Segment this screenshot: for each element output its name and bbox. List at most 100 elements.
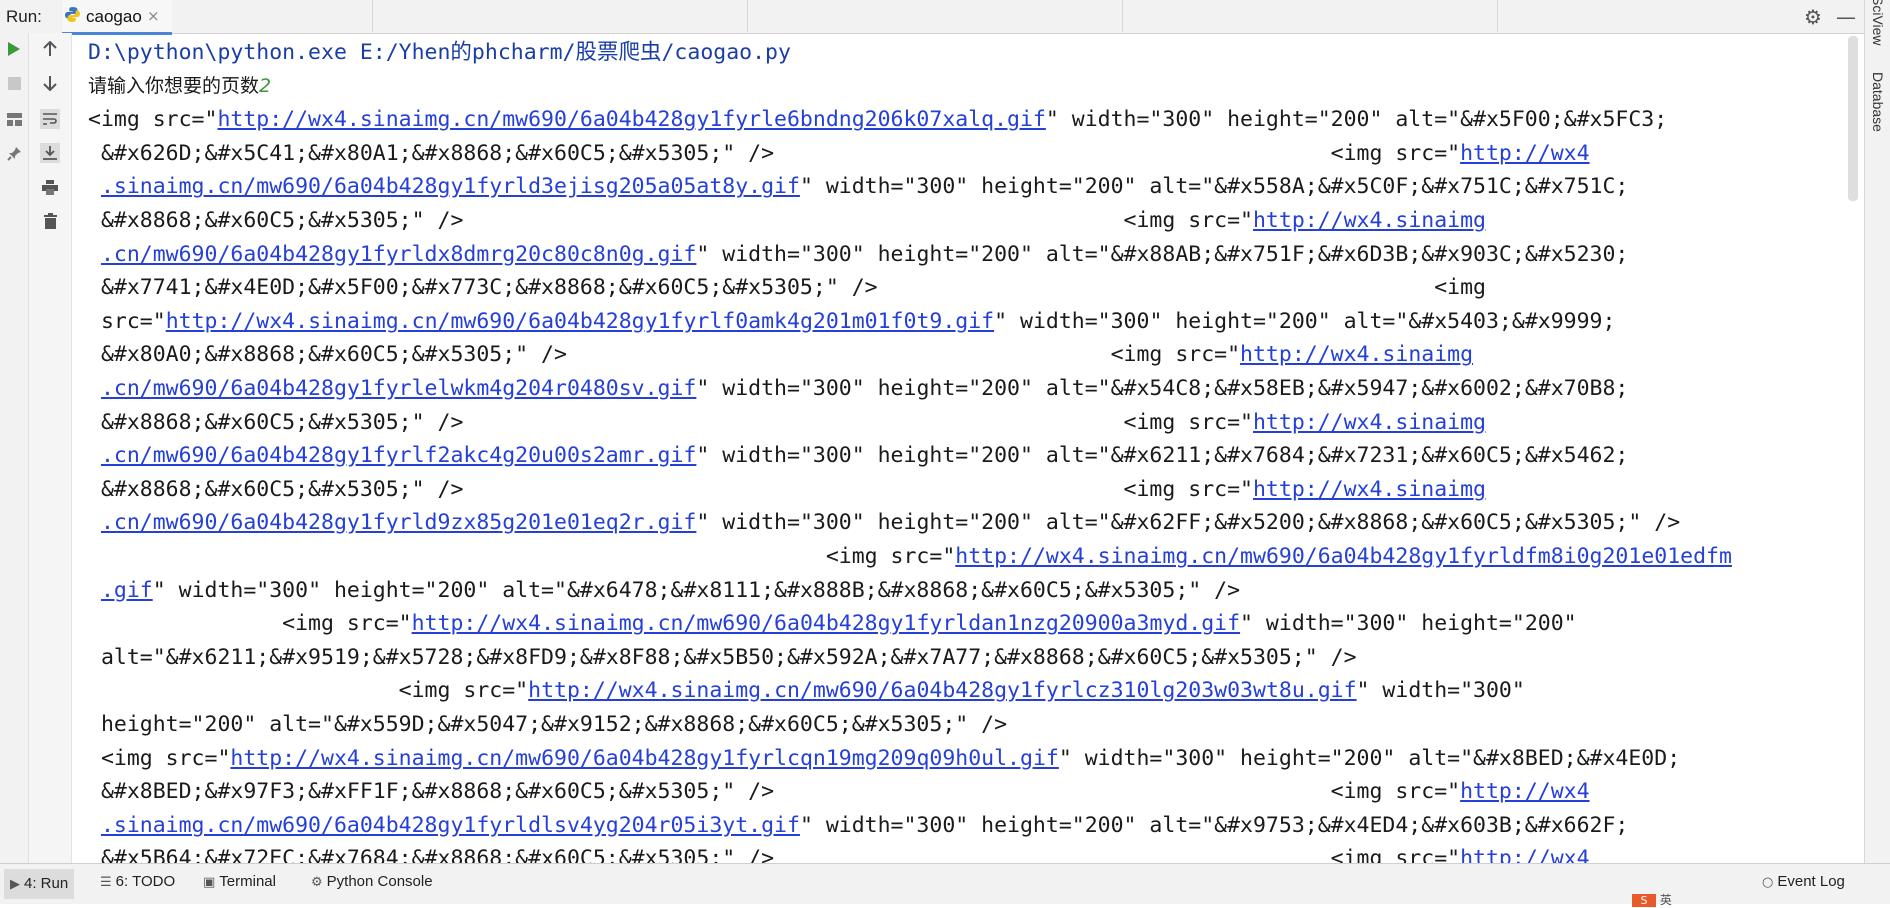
output-link[interactable]: http://wx4.sinaimg.cn/mw690/6a04b428gy1f… — [412, 611, 1240, 636]
output-link[interactable]: http://wx4.sinaimg — [1253, 208, 1486, 233]
tab-caogao[interactable]: caogao × — [62, 0, 172, 35]
soft-wrap-icon[interactable] — [40, 109, 60, 129]
terminal-tool-button[interactable]: ▣ Terminal — [203, 873, 276, 890]
run-icon[interactable] — [4, 39, 24, 59]
output-link[interactable]: .cn/mw690/6a04b428gy1fyrldx8dmrg20c80c8n… — [101, 242, 696, 267]
output-link[interactable]: .gif — [101, 578, 153, 603]
output-text: " width="300" height="200" alt="&#x6211;… — [696, 443, 1629, 469]
toolbar-divider — [1497, 0, 1498, 32]
run-label: Run: — [6, 7, 42, 26]
toolbar-divider — [372, 0, 373, 32]
search-icon: ○ — [1762, 875, 1774, 890]
minimize-icon[interactable]: — — [1836, 5, 1856, 29]
command-text: D:\python\python.exe E:/Yhen的phcharm/股票爬… — [88, 40, 791, 65]
sciview-tab[interactable]: SciView — [1870, 0, 1886, 46]
ime-language[interactable]: 英 — [1660, 893, 1672, 907]
output-line: .sinaimg.cn/mw690/6a04b428gy1fyrldlsv4yg… — [88, 809, 1628, 842]
vertical-scrollbar[interactable] — [1848, 36, 1858, 201]
pin-icon[interactable] — [4, 143, 24, 163]
output-link[interactable]: .cn/mw690/6a04b428gy1fyrld9zx85g201e01eq… — [101, 510, 696, 535]
output-line: .gif" width="300" height="200" alt="&#x6… — [88, 574, 1240, 607]
database-tab[interactable]: Database — [1870, 72, 1886, 132]
command-line: D:\python\python.exe E:/Yhen的phcharm/股票爬… — [88, 36, 791, 69]
console-actions-strip — [29, 33, 72, 863]
output-link[interactable]: http://wx4.sinaimg.cn/mw690/6a04b428gy1f… — [528, 678, 1356, 703]
output-link[interactable]: http://wx4.sinaimg.cn/mw690/6a04b428gy1f… — [955, 544, 1732, 569]
output-line: &#x8BED;&#x97F3;&#xFF1F;&#x8868;&#x60C5;… — [88, 775, 1590, 808]
bottom-tool-bar: ▶ 4: Run ☰ 6: TODO ▣ Terminal ⚙ Python Conso… — [0, 863, 1890, 907]
output-line: &#x8868;&#x60C5;&#x5305;" /> <img src="h… — [88, 204, 1486, 237]
output-line: .cn/mw690/6a04b428gy1fyrlf2akc4g20u00s2a… — [88, 439, 1628, 472]
output-text: height="200" alt="&#x559D;&#x5047;&#x915… — [100, 712, 1008, 737]
output-text: " width="300" height="200" alt="&#x62FF;… — [696, 510, 1681, 536]
close-icon[interactable]: × — [147, 7, 160, 25]
output-line: .cn/mw690/6a04b428gy1fyrld9zx85g201e01eq… — [88, 506, 1680, 539]
output-text: &#x8868;&#x60C5;&#x5305;" /> <img src=" — [100, 476, 1253, 502]
gear-icon[interactable]: ⚙ — [1804, 5, 1822, 29]
output-line: <img src="http://wx4.sinaimg.cn/mw690/6a… — [88, 742, 1680, 775]
output-link[interactable]: .sinaimg.cn/mw690/6a04b428gy1fyrldlsv4yg… — [101, 813, 800, 838]
console-output[interactable]: D:\python\python.exe E:/Yhen的phcharm/股票爬… — [88, 36, 1848, 863]
output-text: " width="300" height="200" alt="&#x5F00;… — [1045, 107, 1668, 133]
output-line: <img src="http://wx4.sinaimg.cn/mw690/6a… — [88, 103, 1667, 136]
output-text: alt="&#x6211;&#x9519;&#x5728;&#x8FD9;&#x… — [100, 644, 1357, 670]
output-text: " width="300" height="200" alt="&#x5403;… — [994, 308, 1616, 334]
output-link[interactable]: http://wx4.sinaimg.cn/mw690/6a04b428gy1f… — [166, 309, 994, 334]
prompt-text: 请输入你想要的页数 — [88, 74, 260, 97]
scroll-to-end-icon[interactable] — [40, 143, 60, 163]
right-tool-strip: SciView Database — [1864, 0, 1890, 863]
layout-icon[interactable] — [4, 109, 24, 129]
ime-icon[interactable]: S — [1632, 894, 1656, 907]
output-text: &#x8868;&#x60C5;&#x5305;" /> <img src=" — [100, 208, 1253, 233]
output-text: &#x7741;&#x4E0D;&#x5F00;&#x773C;&#x8868;… — [100, 275, 1486, 301]
output-link[interactable]: http://wx4.sinaimg — [1253, 477, 1486, 502]
output-text: &#x5B64;&#x72EC;&#x7684;&#x8868;&#x60C5;… — [100, 846, 1461, 863]
output-line: src="http://wx4.sinaimg.cn/mw690/6a04b42… — [88, 305, 1615, 338]
print-icon[interactable] — [40, 177, 60, 197]
output-text: <img src=" — [398, 678, 529, 704]
output-link[interactable]: http://wx4 — [1460, 846, 1589, 863]
scroll-up-icon[interactable] — [40, 39, 60, 59]
output-link[interactable]: http://wx4.sinaimg.cn/mw690/6a04b428gy1f… — [217, 107, 1045, 132]
output-link[interactable]: http://wx4 — [1460, 779, 1589, 804]
output-line: &#x7741;&#x4E0D;&#x5F00;&#x773C;&#x8868;… — [88, 271, 1486, 304]
output-link[interactable]: .sinaimg.cn/mw690/6a04b428gy1fyrld3ejisg… — [101, 174, 800, 199]
output-link[interactable]: .cn/mw690/6a04b428gy1fyrlf2akc4g20u00s2a… — [101, 443, 696, 468]
output-link[interactable]: http://wx4.sinaimg — [1240, 342, 1473, 367]
output-text: " width="300" — [1356, 678, 1525, 704]
trash-icon[interactable] — [40, 211, 60, 231]
output-text: " width="300" height="200" — [1240, 611, 1577, 637]
python-console-tool-button[interactable]: ⚙ Python Console — [311, 873, 433, 890]
output-text: " width="300" height="200" alt="&#x6478;… — [152, 577, 1241, 603]
output-link[interactable]: http://wx4.sinaimg.cn/mw690/6a04b428gy1f… — [230, 746, 1058, 771]
output-text: &#x80A0;&#x8868;&#x60C5;&#x5305;" /> <im… — [100, 342, 1241, 368]
output-link[interactable]: .cn/mw690/6a04b428gy1fyrlelwkm4g204r0480… — [101, 376, 696, 401]
user-input-value: 2 — [259, 74, 272, 97]
output-link[interactable]: http://wx4.sinaimg — [1253, 410, 1486, 435]
output-text: &#x626D;&#x5C41;&#x80A1;&#x8868;&#x60C5;… — [100, 140, 1461, 166]
output-line: alt="&#x6211;&#x9519;&#x5728;&#x8FD9;&#x… — [88, 641, 1357, 674]
run-tool-button[interactable]: ▶ 4: Run — [4, 869, 75, 899]
python-console-icon: ⚙ — [311, 875, 323, 890]
output-text: " width="300" height="200" alt="&#x8BED;… — [1058, 745, 1681, 771]
output-line: .cn/mw690/6a04b428gy1fyrlelwkm4g204r0480… — [88, 372, 1628, 405]
output-link[interactable]: http://wx4 — [1460, 141, 1589, 166]
output-line: height="200" alt="&#x559D;&#x5047;&#x915… — [88, 708, 1007, 741]
stop-icon[interactable] — [4, 73, 24, 93]
event-log-button[interactable]: ○ Event Log — [1762, 873, 1845, 890]
todo-tool-button[interactable]: ☰ 6: TODO — [100, 873, 175, 890]
output-text: " width="300" height="200" alt="&#x54C8;… — [696, 376, 1629, 401]
scroll-down-icon[interactable] — [40, 73, 60, 93]
